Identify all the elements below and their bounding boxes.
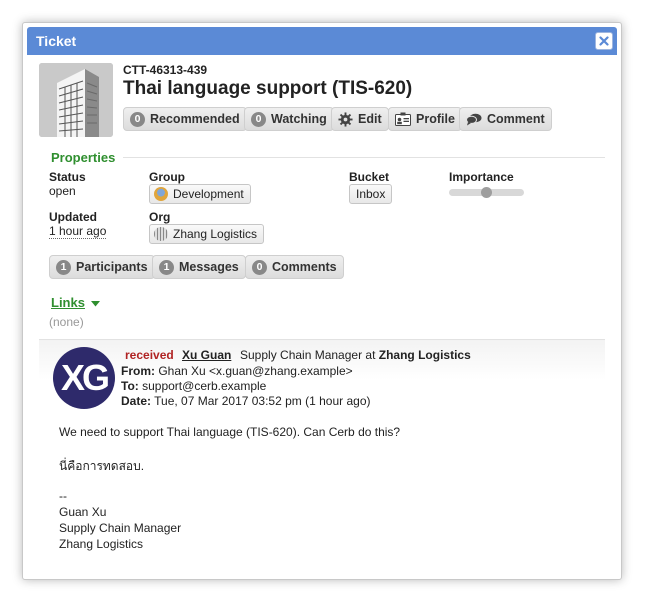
from-value: Ghan Xu <x.guan@zhang.example> xyxy=(158,364,353,378)
watching-label: Watching xyxy=(271,112,327,126)
messages-count: 1 xyxy=(159,259,174,275)
updated-label: Updated xyxy=(49,210,97,224)
org-building-icon xyxy=(154,227,168,241)
properties-heading: Properties xyxy=(51,150,116,165)
ticket-subject: Thai language support (TIS-620) xyxy=(123,78,413,99)
watching-count: 0 xyxy=(251,111,266,127)
date-value: Tue, 07 Mar 2017 03:52 pm (1 hour ago) xyxy=(154,394,371,408)
importance-label: Importance xyxy=(449,170,514,184)
to-label: To: xyxy=(121,379,139,393)
chevron-down-icon[interactable] xyxy=(91,301,100,307)
dialog-titlebar[interactable]: Ticket xyxy=(27,27,617,55)
bucket-value: Inbox xyxy=(356,187,386,201)
ticket-mask: CTT-46313-439 xyxy=(123,63,208,77)
watching-button[interactable]: 0 Watching xyxy=(244,107,334,131)
gear-icon xyxy=(338,111,353,127)
message-body-line: นี่คือการทดสอบ. xyxy=(59,459,145,473)
bucket-label: Bucket xyxy=(349,170,390,184)
from-label: From: xyxy=(121,364,155,378)
group-avatar-icon xyxy=(154,187,168,201)
recommended-label: Recommended xyxy=(150,112,240,126)
participants-label: Participants xyxy=(76,260,148,274)
speech-bubble-icon xyxy=(466,113,482,125)
comment-label: Comment xyxy=(487,112,545,126)
message-body-line: Zhang Logistics xyxy=(59,537,144,551)
updated-value: 1 hour ago xyxy=(49,224,107,239)
header-from: From: Ghan Xu <x.guan@zhang.example> xyxy=(121,364,353,378)
message-body-line: -- xyxy=(59,489,67,503)
to-value: support@cerb.example xyxy=(142,379,267,393)
participants-button[interactable]: 1 Participants xyxy=(49,255,155,279)
sender-org: Zhang Logistics xyxy=(378,348,471,362)
group-label: Group xyxy=(149,170,185,184)
message-body-line: Guan Xu xyxy=(59,505,107,519)
comments-label: Comments xyxy=(272,260,337,274)
comment-button[interactable]: Comment xyxy=(459,107,552,131)
sender-initials: XG xyxy=(60,357,110,398)
ticket-dialog: Ticket CTT-46313-439 Thai language suppo… xyxy=(22,22,622,580)
org-chip[interactable]: Zhang Logistics xyxy=(149,224,265,244)
messages-label: Messages xyxy=(179,260,239,274)
org-value: Zhang Logistics xyxy=(173,227,258,241)
edit-button[interactable]: Edit xyxy=(331,107,389,131)
group-value: Development xyxy=(173,187,244,201)
close-icon xyxy=(599,36,609,46)
date-label: Date: xyxy=(121,394,152,408)
status-label: Status xyxy=(49,170,86,184)
status-value: open xyxy=(49,184,76,198)
header-to: To: support@cerb.example xyxy=(121,379,266,393)
links-toggle[interactable]: Links xyxy=(51,295,85,310)
message-body-line: We need to support Thai language (TIS-62… xyxy=(59,425,401,439)
header-date: Date: Tue, 07 Mar 2017 03:52 pm (1 hour … xyxy=(121,394,371,408)
recommended-button[interactable]: 0 Recommended xyxy=(123,107,247,131)
recommended-count: 0 xyxy=(130,111,145,127)
sender-job: Supply Chain Manager at xyxy=(240,348,376,362)
group-chip[interactable]: Development xyxy=(149,184,251,204)
edit-label: Edit xyxy=(358,112,382,126)
bucket-chip[interactable]: Inbox xyxy=(349,184,393,204)
properties-divider xyxy=(123,157,605,158)
sender-name-link[interactable]: Xu Guan xyxy=(182,348,231,362)
org-label: Org xyxy=(149,210,171,224)
message-body-line: Supply Chain Manager xyxy=(59,521,182,535)
message-status: received xyxy=(125,348,174,362)
id-card-icon xyxy=(395,112,411,126)
messages-button[interactable]: 1 Messages xyxy=(152,255,246,279)
profile-button[interactable]: Profile xyxy=(388,107,462,131)
participants-count: 1 xyxy=(56,259,71,275)
sender-title: Supply Chain Manager at Zhang Logistics xyxy=(240,348,471,362)
sender-avatar[interactable]: XG xyxy=(53,347,115,409)
links-empty: (none) xyxy=(49,315,84,329)
profile-label: Profile xyxy=(416,112,455,126)
ticket-building-avatar xyxy=(39,63,113,137)
importance-slider[interactable] xyxy=(449,187,524,198)
close-button[interactable] xyxy=(595,32,613,50)
dialog-title: Ticket xyxy=(36,33,77,49)
importance-slider-thumb[interactable] xyxy=(481,187,492,198)
comments-button[interactable]: 0 Comments xyxy=(245,255,344,279)
comments-count: 0 xyxy=(252,259,267,275)
